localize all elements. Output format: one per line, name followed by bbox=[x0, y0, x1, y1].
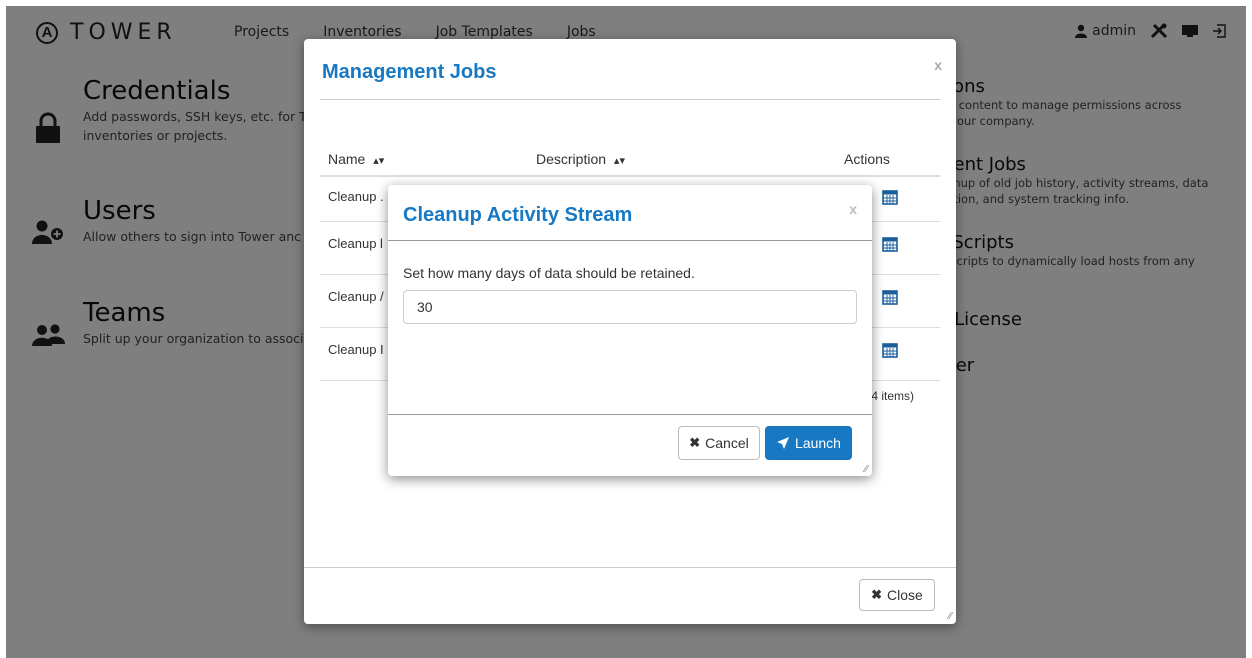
modal-close-x[interactable]: x bbox=[934, 57, 942, 73]
sort-icon: ▴▾ bbox=[373, 155, 385, 167]
resize-handle-icon[interactable]: ∕∕ bbox=[949, 611, 952, 622]
job-name: Cleanup I bbox=[328, 342, 384, 357]
modal-title: Management Jobs bbox=[322, 61, 497, 83]
times-icon: ✖ bbox=[689, 435, 701, 450]
job-name: Cleanup / bbox=[328, 289, 384, 304]
column-header-description[interactable]: Description ▴▾ bbox=[536, 151, 625, 167]
launch-button[interactable]: Launch bbox=[765, 426, 852, 460]
divider bbox=[304, 567, 956, 568]
close-label: Close bbox=[887, 587, 923, 603]
dialog-title: Cleanup Activity Stream bbox=[403, 204, 633, 226]
column-header-actions: Actions bbox=[844, 151, 890, 167]
divider bbox=[388, 240, 872, 241]
days-label: Set how many days of data should be reta… bbox=[403, 265, 695, 281]
sort-icon: ▴▾ bbox=[613, 155, 625, 167]
cleanup-activity-stream-dialog: Cleanup Activity Stream x Set how many d… bbox=[388, 185, 872, 476]
divider bbox=[388, 414, 872, 415]
calendar-icon[interactable] bbox=[882, 189, 898, 205]
column-label: Description bbox=[536, 151, 607, 167]
resize-handle-icon[interactable]: ∕∕ bbox=[865, 464, 868, 475]
table-header: Name ▴▾ Description ▴▾ Actions bbox=[320, 139, 940, 177]
calendar-icon[interactable] bbox=[882, 236, 898, 252]
days-input[interactable] bbox=[403, 290, 857, 324]
calendar-icon[interactable] bbox=[882, 289, 898, 305]
calendar-icon[interactable] bbox=[882, 342, 898, 358]
column-label: Name bbox=[328, 151, 366, 167]
close-button[interactable]: ✖ Close bbox=[859, 579, 935, 611]
job-name: Cleanup . bbox=[328, 189, 384, 204]
job-name: Cleanup l bbox=[328, 236, 383, 251]
times-icon: ✖ bbox=[871, 587, 883, 602]
dialog-close-x[interactable]: x bbox=[849, 201, 857, 217]
cancel-button[interactable]: ✖ Cancel bbox=[678, 426, 760, 460]
launch-label: Launch bbox=[795, 435, 841, 451]
cancel-label: Cancel bbox=[705, 435, 749, 451]
divider bbox=[320, 99, 940, 100]
column-header-name[interactable]: Name ▴▾ bbox=[328, 151, 384, 167]
settings-page: A TOWER Projects Inventories Job Templat… bbox=[6, 6, 1246, 658]
rocket-icon bbox=[777, 437, 790, 449]
